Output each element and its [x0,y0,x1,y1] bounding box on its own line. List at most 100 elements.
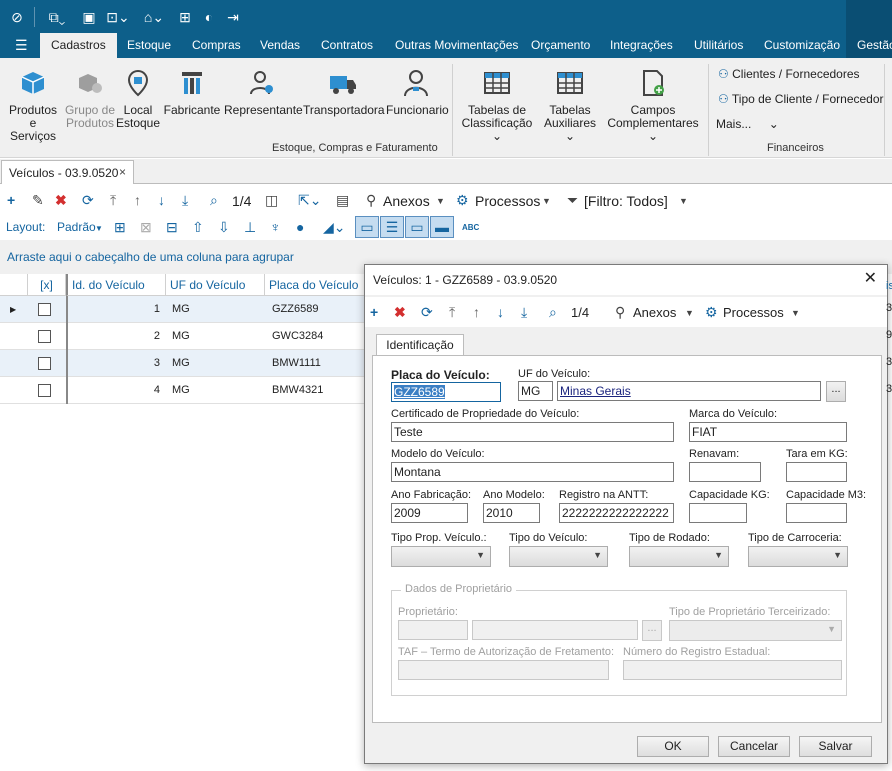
chevron-down-icon[interactable]: ▼ [542,193,551,209]
menu-utilitarios[interactable]: Utilitários [683,33,754,58]
uf-code-field[interactable]: MG [518,381,553,401]
chevron-down-icon[interactable]: ▼ [685,305,694,321]
save-button[interactable]: Salvar [799,736,872,757]
brush-icon[interactable]: ♆ [270,219,281,235]
window-icon[interactable]: ⊡⌄ [104,7,132,27]
add-icon[interactable]: + [370,304,378,320]
tipo-carroceria-select[interactable]: ▼ [748,546,848,567]
column-header-select[interactable]: [x] [28,274,66,296]
monitor-icon[interactable]: ▣ [80,7,98,27]
menu-contratos[interactable]: Contratos [310,33,384,58]
ribbon-local-estoque[interactable]: Local Estoque [116,62,160,130]
columns-icon[interactable]: ◫ [265,192,278,208]
refresh-icon[interactable]: ⟳ [421,304,433,320]
org-chart-icon[interactable]: ⧉⌄ [44,7,70,27]
ribbon-clientes-fornecedores[interactable]: ⚇ Clientes / Fornecedores [718,67,860,81]
chevron-down-icon[interactable]: ▼ [95,221,103,237]
first-record-icon[interactable]: ⤒ [110,192,116,208]
modelo-field[interactable]: Montana [391,462,674,482]
add-row-icon[interactable]: ⊞ [114,219,126,235]
ribbon-grupo-produtos[interactable]: Grupo de Produtos [64,62,116,130]
doc-tab-veiculos[interactable]: Veículos - 03.9.0520 × [1,160,134,184]
view-mode-3-icon[interactable]: ▭ [405,216,429,238]
cancel-button[interactable]: Cancelar [718,736,790,757]
color-icon[interactable]: ● [296,219,304,235]
ano-modelo-field[interactable]: 2010 [483,503,540,523]
capacidade-kg-field[interactable] [689,503,747,523]
processos-button[interactable]: Processos [475,193,540,209]
delete-icon[interactable]: ✖ [394,304,406,320]
capacidade-m3-field[interactable] [786,503,847,523]
menu-integracoes[interactable]: Integrações [599,33,684,58]
ribbon-tabelas-auxiliares[interactable]: Tabelas Auxiliares ⌄ [538,62,602,143]
search-icon[interactable]: ⌕ [210,192,218,208]
menu-customizacao[interactable]: Customização [753,33,851,58]
close-icon[interactable]: × [119,165,126,179]
row-checkbox[interactable] [38,303,51,316]
menu-estoque[interactable]: Estoque [116,33,182,58]
menu-orcamento[interactable]: Orçamento [520,33,601,58]
marca-field[interactable]: FIAT [689,422,847,442]
edit-icon[interactable]: ✎ [32,192,44,208]
last-record-icon[interactable]: ⤓ [182,192,188,208]
chevron-down-icon[interactable]: ▼ [791,305,800,321]
app-logo-icon[interactable]: ⊘ [8,7,26,27]
first-record-icon[interactable]: ⤒ [449,304,455,320]
ribbon-mais[interactable]: Mais... ⌄ [716,117,779,131]
delete-row-icon[interactable]: ⊠ [140,219,152,235]
ribbon-fabricante[interactable]: Fabricante [163,62,221,117]
hamburger-icon[interactable]: ☰ [4,33,39,58]
previous-record-icon[interactable]: ↑ [134,192,141,208]
renavam-field[interactable] [689,462,761,482]
close-icon[interactable]: ✕ [864,271,877,287]
view-mode-4-icon[interactable]: ▬ [430,216,454,238]
previous-record-icon[interactable]: ↑ [473,304,480,320]
tab-identificacao[interactable]: Identificação [376,334,464,356]
table-row[interactable]: ▶ 1 MG GZZ6589 [0,296,370,323]
pin-icon[interactable]: ⊥ [244,219,256,235]
refresh-icon[interactable]: ⟳ [82,192,94,208]
ribbon-campos-complementares[interactable]: Campos Complementares ⌄ [604,62,702,143]
table-row[interactable]: 3 MG BMW1111 [0,350,370,377]
view-mode-2-icon[interactable]: ☰ [380,216,404,238]
uf-lookup-button[interactable]: ... [826,381,846,402]
row-checkbox[interactable] [38,384,51,397]
tara-field[interactable] [786,462,847,482]
menu-vendas[interactable]: Vendas [249,33,311,58]
processos-button[interactable]: Processos [723,305,784,320]
menu-outras-movimentacoes[interactable]: Outras Movimentações [384,33,529,58]
row-checkbox[interactable] [38,357,51,370]
cert-field[interactable]: Teste [391,422,674,442]
next-record-icon[interactable]: ↓ [158,192,165,208]
anexos-button[interactable]: Anexos [633,305,676,320]
tipo-rodado-select[interactable]: ▼ [629,546,729,567]
download-icon[interactable]: ⇩ [218,219,230,235]
filter-button[interactable]: [Filtro: Todos] [584,193,668,209]
save-layout-icon[interactable]: ⊟ [166,219,178,235]
document-icon[interactable]: ▤ [336,192,349,208]
layout-select[interactable]: Padrão [57,220,96,234]
search-icon[interactable]: ⌕ [549,304,557,320]
grid-icon[interactable]: ⊞ [176,7,194,27]
ribbon-tabelas-classificacao[interactable]: Tabelas de Classificação ⌄ [458,62,536,143]
exit-icon[interactable]: ⇥ [224,7,242,27]
last-record-icon[interactable]: ⤓ [521,304,527,320]
ribbon-produtos-servicos[interactable]: Produtos e Serviços [4,62,62,143]
ribbon-funcionario[interactable]: Funcionario [386,62,449,117]
antt-field[interactable]: 2222222222222222 [559,503,674,523]
ribbon-representante[interactable]: Representante [224,62,303,117]
column-header-id[interactable]: Id. do Veículo [66,274,166,296]
table-row[interactable]: 2 MG GWC3284 [0,323,370,350]
chevron-down-icon[interactable]: ▼ [436,193,445,209]
home-icon[interactable]: ⌂⌄ [140,7,168,27]
export-icon[interactable]: ⇱⌄ [298,192,321,208]
column-header-uf[interactable]: UF do Veículo [166,274,265,296]
column-header-placa[interactable]: Placa do Veículo [265,274,370,296]
tipo-veiculo-select[interactable]: ▼ [509,546,608,567]
spellcheck-icon[interactable]: ABC [462,220,479,236]
anexos-button[interactable]: Anexos [383,193,430,209]
ano-fabricacao-field[interactable]: 2009 [391,503,468,523]
view-mode-1-icon[interactable]: ▭ [355,216,379,238]
chevron-down-icon[interactable]: ▼ [679,193,688,209]
tipo-prop-select[interactable]: ▼ [391,546,491,567]
